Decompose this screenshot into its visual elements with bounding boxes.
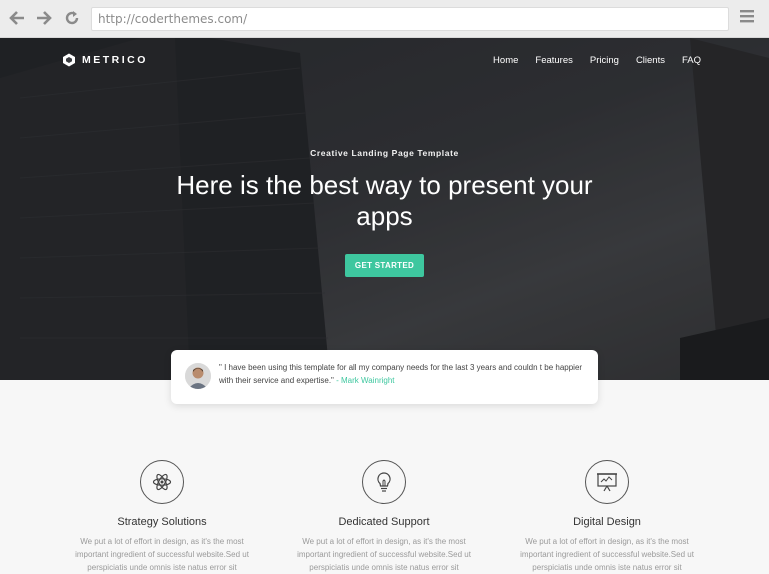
feature-support: Dedicated Support We put a lot of effort… [284,460,484,574]
feature-design: Digital Design We put a lot of effort in… [507,460,707,574]
address-bar[interactable]: http://coderthemes.com/ [91,7,729,31]
feature-description: We put a lot of effort in design, as it'… [75,537,249,572]
feature-description: We put a lot of effort in design, as it'… [520,537,694,572]
testimonial-quote: " I have been using this template for al… [219,361,584,387]
reload-icon [65,11,79,25]
hexagon-logo-icon [63,53,75,67]
presentation-icon [597,473,617,492]
quote-text: " I have been using this template for al… [219,363,583,385]
atom-icon [152,473,172,491]
nav-pricing[interactable]: Pricing [590,55,619,66]
avatar [185,363,211,389]
feature-title: Digital Design [573,516,641,528]
back-button[interactable] [6,7,28,29]
hero-headline: Here is the best way to present your app… [176,170,593,231]
nav-faq[interactable]: FAQ [682,55,701,66]
feature-icon-circle [140,460,184,504]
feature-icon-circle [585,460,629,504]
browser-menu-button[interactable] [740,9,758,27]
nav-home[interactable]: Home [493,55,518,66]
main-nav: Home Features Pricing Clients FAQ [476,55,701,66]
brand-name: METRICO [82,54,148,66]
hero-section: METRICO Home Features Pricing Clients FA… [0,38,769,380]
reload-button[interactable] [61,7,83,29]
feature-title: Strategy Solutions [117,516,207,528]
forward-button[interactable] [33,7,55,29]
browser-toolbar: http://coderthemes.com/ [0,0,769,38]
get-started-button[interactable]: GET STARTED [345,254,424,277]
feature-icon-circle [362,460,406,504]
brand-logo[interactable]: METRICO [62,53,148,67]
lightbulb-icon [377,472,391,492]
testimonial-card: " I have been using this template for al… [171,350,598,404]
hamburger-menu-icon [740,10,754,23]
feature-description: We put a lot of effort in design, as it'… [297,537,471,572]
nav-features[interactable]: Features [535,55,573,66]
arrow-right-icon [37,11,52,25]
nav-clients[interactable]: Clients [636,55,665,66]
feature-title: Dedicated Support [338,516,430,528]
arrow-left-icon [9,11,24,25]
user-avatar-icon [185,363,211,389]
quote-author: - Mark Wainright [336,376,395,385]
feature-strategy: Strategy Solutions We put a lot of effor… [62,460,262,574]
hero-tagline: Creative Landing Page Template [310,148,459,158]
